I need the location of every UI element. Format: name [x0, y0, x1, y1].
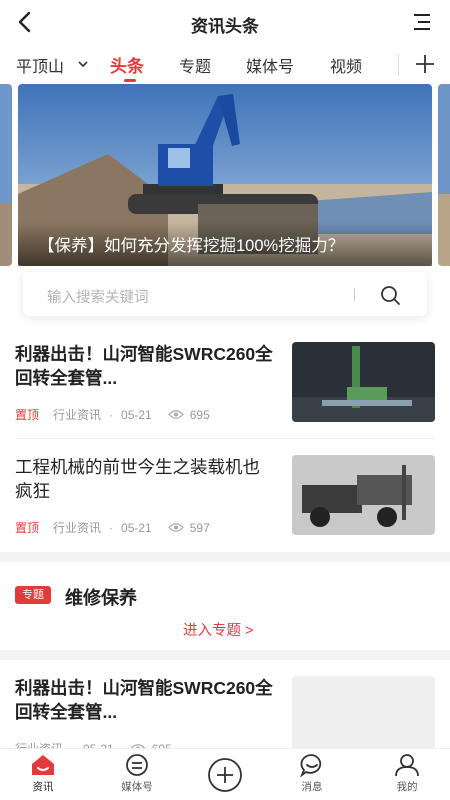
- tab-add-area: [398, 44, 450, 84]
- page-title: 资讯头条: [191, 17, 259, 36]
- meta-dot: ·: [109, 520, 114, 535]
- nav-label: 消息: [301, 781, 323, 793]
- tab-media[interactable]: 媒体号: [246, 53, 294, 77]
- chevron-down-icon[interactable]: [78, 60, 88, 68]
- nav-add[interactable]: [190, 757, 260, 793]
- eye-icon: [167, 523, 184, 532]
- search-separator: [354, 288, 355, 301]
- category-tabs: 平顶山 头条 专题 媒体号 视频: [0, 44, 450, 84]
- banner-caption: 【保养】如何充分发挥挖掘100%挖掘力？: [18, 222, 432, 266]
- message-icon: [300, 754, 322, 777]
- article-meta: 置顶 行业资讯 · 05-21 597: [15, 519, 210, 536]
- article-title: 利器出击！山河智能SWRC260全回转全套管...: [15, 344, 273, 388]
- banner-prev-peek[interactable]: [0, 84, 12, 266]
- tab-video[interactable]: 视频: [330, 53, 362, 77]
- meta-dot: ·: [109, 407, 114, 422]
- article-title: 工程机械的前世今生之装载机也疯狂: [15, 457, 260, 501]
- article-thumbnail: [292, 342, 435, 422]
- nav-label: 资讯: [32, 781, 54, 793]
- nav-label: 我的: [396, 781, 418, 793]
- pinned-badge: 置顶: [15, 521, 40, 535]
- plus-icon[interactable]: [414, 53, 436, 75]
- active-tab-indicator: [124, 79, 136, 82]
- article-title: 利器出击！山河智能SWRC260全回转全套管...: [15, 678, 273, 722]
- article-date: 05-21: [121, 520, 152, 535]
- topic-section: 专题 维修保养 进入专题 >: [0, 562, 450, 652]
- eye-icon: [167, 410, 184, 419]
- article-thumbnail: [292, 676, 435, 756]
- city-selector[interactable]: 平顶山: [16, 53, 64, 77]
- section-gap: [0, 552, 450, 562]
- pinned-badge: 置顶: [15, 408, 40, 422]
- topic-badge: 专题: [15, 586, 51, 604]
- nav-news[interactable]: 资讯: [8, 753, 78, 794]
- nav-label: 媒体号: [121, 781, 153, 793]
- profile-icon: [395, 754, 419, 777]
- home-icon: [32, 755, 54, 775]
- article-meta: 置顶 行业资讯 · 05-21 695: [15, 406, 210, 423]
- tab-topics[interactable]: 专题: [179, 53, 211, 77]
- search-bar[interactable]: 输入搜索关键词: [23, 272, 427, 316]
- media-icon: [126, 754, 148, 776]
- enter-topic-link[interactable]: 进入专题 >: [183, 619, 254, 640]
- menu-icon[interactable]: [412, 12, 432, 32]
- search-icon[interactable]: [379, 284, 401, 306]
- article-category: 行业资讯: [53, 408, 102, 422]
- banner-next-peek[interactable]: [438, 84, 450, 266]
- article-views: 597: [189, 520, 210, 535]
- topic-title[interactable]: 维修保养: [65, 584, 137, 610]
- divider: [15, 438, 435, 439]
- nav-media[interactable]: 媒体号: [102, 753, 172, 794]
- nav-messages[interactable]: 消息: [277, 753, 347, 794]
- section-gap: [0, 650, 450, 660]
- article-category: 行业资讯: [53, 521, 102, 535]
- article-thumbnail: [292, 455, 435, 535]
- search-input[interactable]: 输入搜索关键词: [47, 286, 149, 307]
- tab-headlines[interactable]: 头条: [110, 52, 144, 77]
- article-item[interactable]: 利器出击！山河智能SWRC260全回转全套管... 置顶 行业资讯 · 05-2…: [0, 342, 450, 455]
- nav-profile[interactable]: 我的: [372, 753, 442, 794]
- bottom-nav: 资讯 媒体号 消息 我的: [0, 748, 450, 800]
- article-date: 05-21: [121, 407, 152, 422]
- article-views: 695: [189, 407, 210, 422]
- tab-divider: [398, 54, 399, 76]
- top-header: 资讯头条: [0, 0, 450, 44]
- add-icon: [208, 758, 242, 792]
